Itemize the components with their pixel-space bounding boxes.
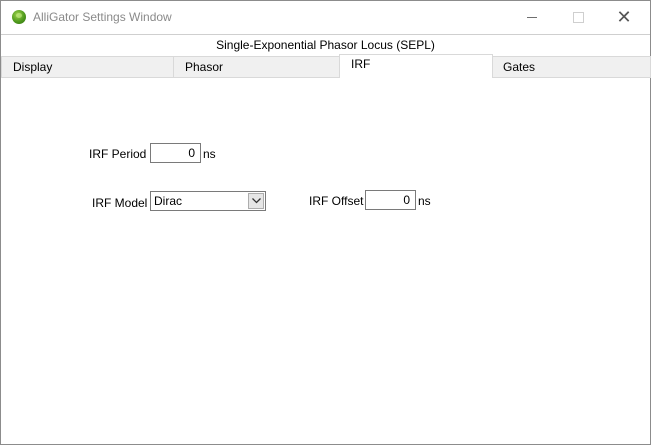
irf-model-select[interactable]: Dirac <box>150 191 266 211</box>
maximize-icon <box>573 12 584 23</box>
irf-period-unit: ns <box>203 147 216 161</box>
minimize-button[interactable] <box>509 1 555 33</box>
irf-period-input[interactable]: 0 <box>150 143 201 163</box>
irf-offset-unit: ns <box>418 194 431 208</box>
title-bar[interactable]: AlliGator Settings Window ✕ <box>1 1 650 33</box>
tab-bar: Display Phasor Gates IRF <box>1 54 651 79</box>
section-header: Single-Exponential Phasor Locus (SEPL) <box>1 34 650 55</box>
tab-label: IRF <box>351 57 371 71</box>
irf-offset-label: IRF Offset <box>309 194 364 208</box>
tab-irf[interactable]: IRF <box>339 54 493 79</box>
close-button[interactable]: ✕ <box>601 1 647 33</box>
tab-phasor[interactable]: Phasor <box>173 56 341 78</box>
settings-window: AlliGator Settings Window ✕ Single-Expon… <box>0 0 651 445</box>
chevron-down-icon <box>252 198 261 204</box>
tab-label: Gates <box>503 60 536 74</box>
minimize-icon <box>527 17 537 18</box>
irf-period-label: IRF Period <box>89 147 147 161</box>
tab-label: Display <box>13 60 53 74</box>
irf-model-value: Dirac <box>154 194 183 208</box>
tab-label: Phasor <box>185 60 224 74</box>
window-title: AlliGator Settings Window <box>33 10 172 24</box>
irf-model-label: IRF Model <box>92 196 148 210</box>
alligator-app-icon <box>12 10 26 24</box>
dropdown-button[interactable] <box>248 193 264 209</box>
tab-display[interactable]: Display <box>1 56 175 78</box>
tab-gates[interactable]: Gates <box>491 56 651 78</box>
irf-offset-input[interactable]: 0 <box>365 190 416 210</box>
close-icon: ✕ <box>616 7 632 27</box>
maximize-button <box>555 1 601 33</box>
irf-panel: IRF Period 0 ns IRF Model Dirac IRF Offs… <box>1 78 650 444</box>
